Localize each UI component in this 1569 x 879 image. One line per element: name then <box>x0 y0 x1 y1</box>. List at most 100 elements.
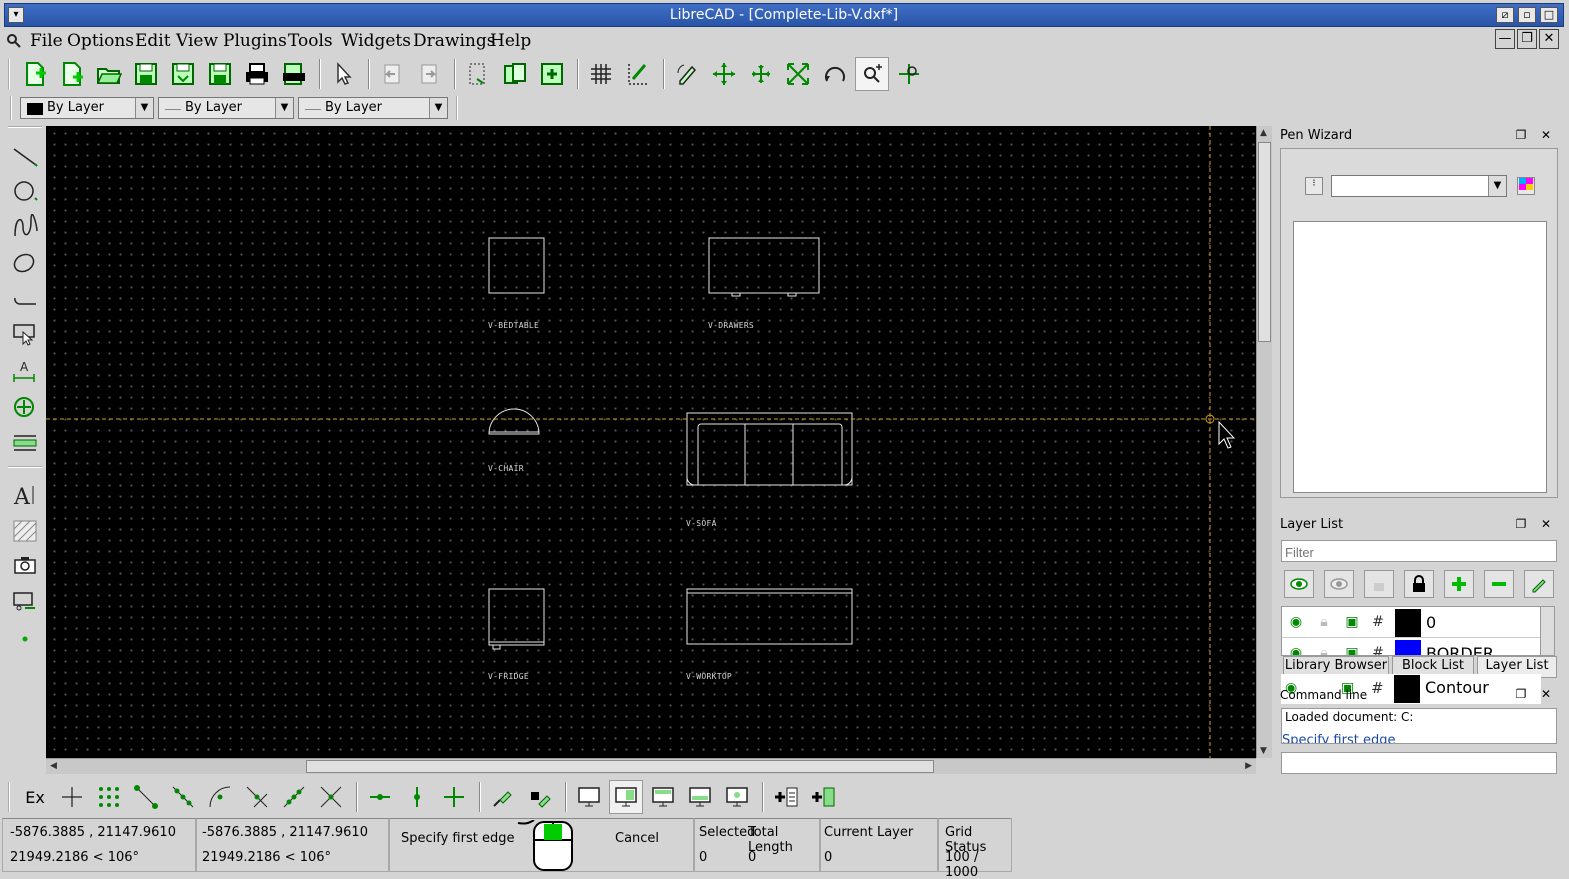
vertical-scroll-thumb[interactable] <box>1258 142 1271 342</box>
scroll-left-icon[interactable]: ◀ <box>50 761 57 771</box>
block-tool-button[interactable] <box>8 586 42 616</box>
restrict-vertical-button[interactable] <box>400 780 434 814</box>
paste-button[interactable] <box>535 57 569 91</box>
select-pointer-button[interactable] <box>326 57 360 91</box>
mdi-restore-button[interactable]: ❐ <box>1517 29 1537 49</box>
cut-button[interactable] <box>461 57 495 91</box>
hide-all-layers-button[interactable] <box>1324 570 1354 598</box>
create-block-button[interactable] <box>806 780 840 814</box>
mdi-minimize-button[interactable]: — <box>1495 29 1515 49</box>
line-tool-button[interactable] <box>8 142 42 172</box>
snap-middle-button[interactable] <box>240 780 274 814</box>
new-file-button[interactable] <box>18 57 52 91</box>
minimize-button[interactable]: ▫ <box>1518 7 1536 23</box>
toolbar-grip[interactable] <box>10 96 16 120</box>
circle-tool-button[interactable] <box>8 176 42 206</box>
menu-widgets[interactable]: Widgets <box>341 31 411 51</box>
zoom-out-button[interactable] <box>744 57 778 91</box>
zoom-previous-button[interactable] <box>818 57 852 91</box>
redraw-button[interactable] <box>670 57 704 91</box>
menu-options[interactable]: Options <box>67 31 134 51</box>
toolbar-grip[interactable] <box>8 466 42 472</box>
snap-grid-button[interactable] <box>92 780 126 814</box>
mdi-close-button[interactable]: ✕ <box>1539 29 1559 49</box>
ellipse-tool-button[interactable] <box>8 248 42 278</box>
scroll-right-icon[interactable]: ▶ <box>1245 761 1252 771</box>
tab-block-list[interactable]: Block List <box>1392 656 1474 676</box>
add-layer-button[interactable] <box>1444 570 1474 598</box>
color-combobox[interactable]: By Layer ▼ <box>20 97 154 119</box>
zoom-pan-button[interactable] <box>892 57 926 91</box>
image-tool-button[interactable] <box>8 550 42 580</box>
construction-icon[interactable]: # <box>1368 614 1388 632</box>
edit-layer-button[interactable] <box>1524 570 1554 598</box>
set-relative-zero-button[interactable] <box>486 780 520 814</box>
view-layout-2-button[interactable] <box>609 780 643 814</box>
dock-close-icon[interactable]: ✕ <box>1539 517 1553 531</box>
toolbar-grip[interactable] <box>8 782 14 812</box>
draft-mode-button[interactable] <box>621 57 655 91</box>
layer-color-swatch[interactable] <box>1395 609 1421 637</box>
view-layout-3-button[interactable] <box>646 780 680 814</box>
printer-icon[interactable]: ▣ <box>1342 645 1362 655</box>
menu-file[interactable]: File <box>30 31 63 51</box>
snap-center-button[interactable] <box>203 780 237 814</box>
dimension-tool-button[interactable]: A <box>8 356 42 386</box>
menu-drawings[interactable]: Drawings <box>413 31 495 51</box>
dock-float-icon[interactable]: ❐ <box>1514 687 1528 701</box>
pen-list[interactable] <box>1293 221 1547 493</box>
open-file-button[interactable] <box>92 57 126 91</box>
eye-icon[interactable]: ◉ <box>1286 614 1306 632</box>
lock-icon[interactable]: 🔒︎ <box>1314 614 1334 632</box>
printer-icon[interactable]: ▣ <box>1342 614 1362 632</box>
layer-row[interactable]: ◉ 🔒︎ ▣ # BORDER <box>1282 639 1542 655</box>
pen-wizard-menu-button[interactable]: ⁝ <box>1305 177 1323 195</box>
save-as-button[interactable] <box>166 57 200 91</box>
lock-relative-zero-button[interactable] <box>523 780 557 814</box>
hatch-tool-button[interactable] <box>8 516 42 546</box>
layer-row[interactable]: ◉ 🔒︎ ▣ # 0 <box>1282 608 1542 638</box>
dock-float-icon[interactable]: ❐ <box>1514 517 1528 531</box>
polyline-tool-button[interactable] <box>8 284 42 314</box>
snap-intersection-button[interactable] <box>314 780 348 814</box>
show-all-layers-button[interactable] <box>1284 570 1314 598</box>
toolbar-grip[interactable] <box>456 96 462 120</box>
layer-table-scrollbar[interactable] <box>1540 607 1554 655</box>
fridge-shape[interactable] <box>488 588 545 650</box>
print-preview-button[interactable] <box>277 57 311 91</box>
scroll-up-icon[interactable]: ▲ <box>1260 128 1267 138</box>
view-layout-1-button[interactable] <box>572 780 606 814</box>
menu-edit[interactable]: Edit <box>135 31 171 51</box>
line-type-combobox[interactable]: By Layer ▼ <box>298 97 448 119</box>
undo-button[interactable] <box>375 57 409 91</box>
dock-float-icon[interactable]: ❐ <box>1514 128 1528 142</box>
color-picker-button[interactable] <box>1517 177 1535 195</box>
construction-icon[interactable]: # <box>1368 645 1388 655</box>
lock-icon[interactable]: 🔒︎ <box>1314 645 1334 655</box>
snap-distance-button[interactable] <box>277 780 311 814</box>
print-button[interactable] <box>240 57 274 91</box>
line-width-combobox[interactable]: By Layer ▼ <box>158 97 294 119</box>
horizontal-scroll-thumb[interactable] <box>306 760 934 773</box>
insert-block-button[interactable] <box>769 780 803 814</box>
exclusive-snap-button[interactable]: Ex <box>18 780 52 814</box>
vertical-scrollbar[interactable]: ▲ ▼ <box>1256 126 1272 758</box>
layer-filter-input[interactable] <box>1281 540 1557 562</box>
dock-close-icon[interactable]: ✕ <box>1539 687 1553 701</box>
snap-free-button[interactable] <box>55 780 89 814</box>
redo-button[interactable] <box>412 57 446 91</box>
remove-layer-button[interactable] <box>1484 570 1514 598</box>
sofa-shape[interactable] <box>686 412 853 486</box>
view-layout-5-button[interactable] <box>720 780 754 814</box>
save-button[interactable] <box>129 57 163 91</box>
menu-help[interactable]: Help <box>490 31 531 51</box>
lock-all-layers-button[interactable] <box>1404 570 1434 598</box>
measure-tool-button[interactable] <box>8 428 42 458</box>
eye-icon[interactable]: ◉ <box>1286 645 1306 655</box>
horizontal-scrollbar[interactable]: ◀ ▶ <box>46 758 1256 774</box>
maximize-button[interactable]: □ <box>1540 7 1558 23</box>
bedtable-shape[interactable] <box>488 237 545 294</box>
copy-button[interactable] <box>498 57 532 91</box>
layer-color-swatch[interactable] <box>1395 640 1421 655</box>
select-tool-button[interactable] <box>8 320 42 350</box>
